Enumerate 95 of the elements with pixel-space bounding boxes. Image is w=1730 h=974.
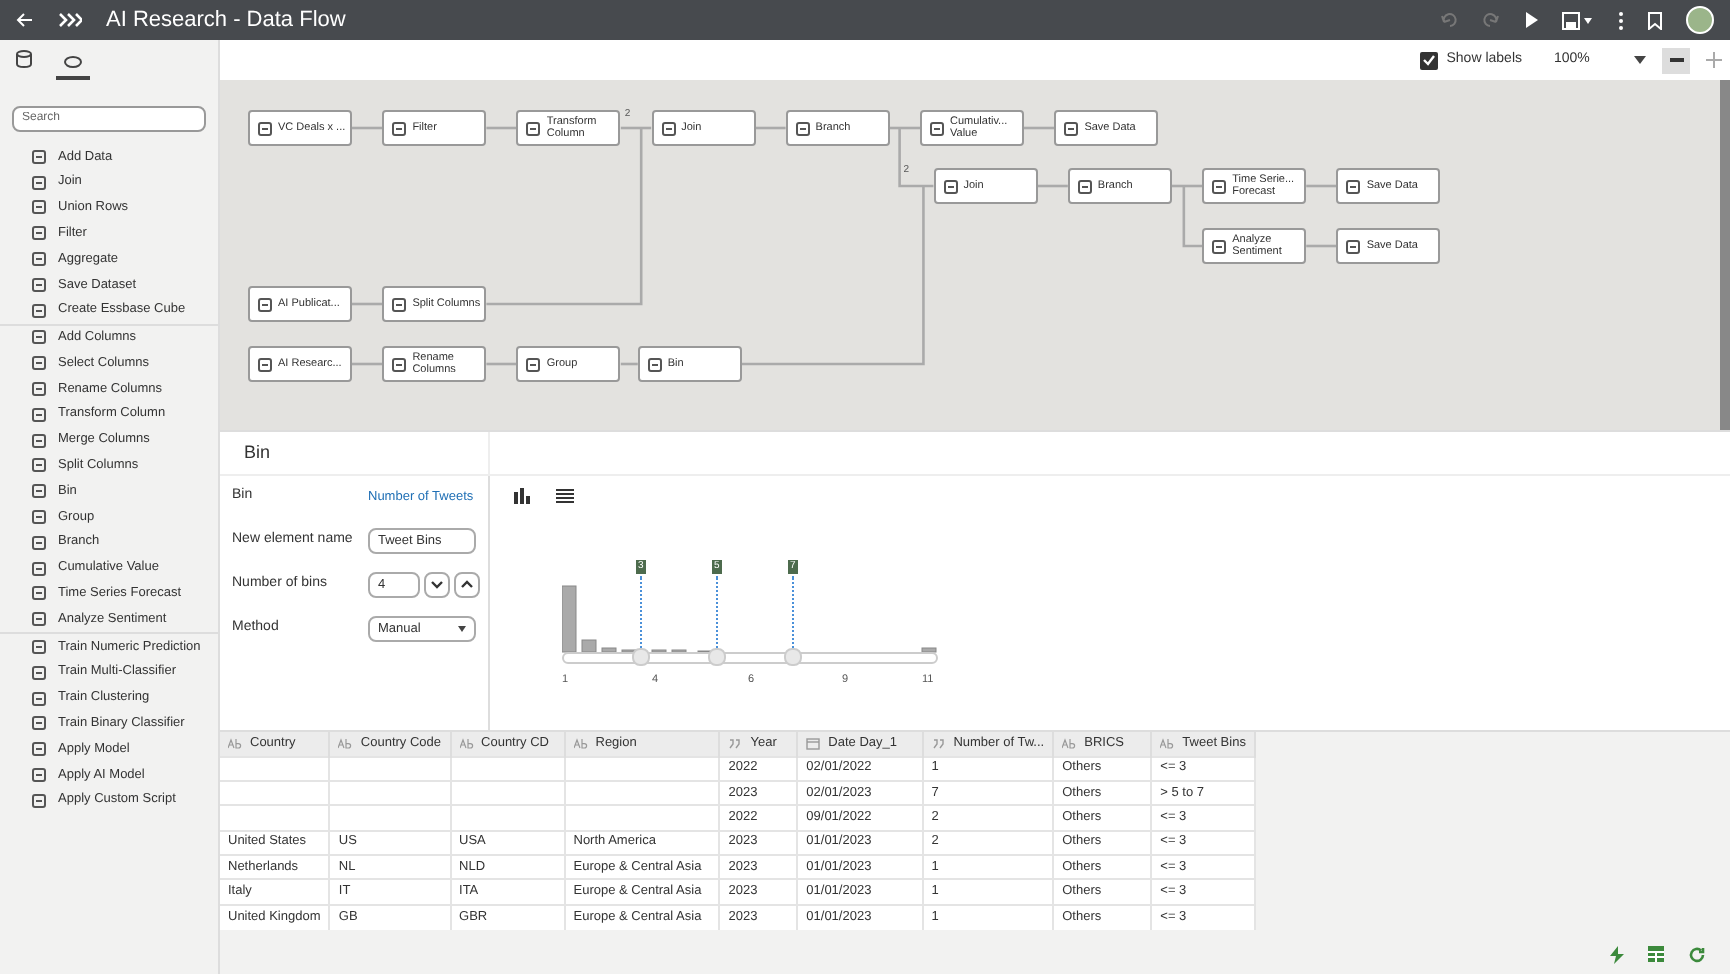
step-icon: [32, 303, 46, 318]
step-icon: [32, 226, 46, 241]
histogram-bar: [562, 585, 577, 653]
bookmark-icon[interactable]: [1648, 11, 1662, 29]
step-icon: [32, 535, 46, 550]
connector-line: [1024, 126, 1056, 130]
node-icon: [1346, 179, 1361, 193]
slider-handle[interactable]: [784, 648, 802, 666]
bar-chart-icon[interactable]: [514, 488, 532, 504]
node-icon: [258, 357, 272, 371]
zoom-out-button[interactable]: [1662, 47, 1690, 73]
node-icon: [943, 179, 958, 193]
steps-tab[interactable]: [56, 56, 90, 80]
histogram-bar: [921, 647, 937, 653]
increment-button[interactable]: [454, 572, 480, 598]
node-icon: [1077, 179, 1092, 193]
step-icon: [32, 716, 46, 731]
text-type-icon: [1062, 736, 1077, 751]
step-icon: [32, 330, 46, 345]
text-type-icon: [228, 736, 242, 751]
step-icon: [32, 586, 46, 601]
node-icon: [392, 357, 407, 371]
node-icon: [1212, 179, 1227, 193]
avatar[interactable]: [1686, 6, 1714, 34]
chevron-down-icon: [430, 580, 444, 590]
slider-handle[interactable]: [632, 648, 650, 666]
refresh-icon[interactable]: [1688, 945, 1706, 963]
node-icon: [258, 121, 272, 135]
step-icon: [32, 458, 46, 473]
chevron-up-icon: [460, 580, 474, 590]
connector-line: [352, 362, 384, 366]
node-icon: [1064, 121, 1079, 135]
slider-handle[interactable]: [708, 648, 726, 666]
step-icon: [32, 612, 46, 627]
number-type-icon: [931, 736, 946, 751]
node-icon: [661, 121, 676, 135]
step-icon: [32, 175, 46, 190]
text-type-icon: [573, 736, 588, 751]
back-icon[interactable]: [16, 12, 34, 28]
node-icon: [647, 357, 662, 371]
step-icon: [32, 665, 46, 680]
step-title: Bin: [220, 432, 490, 474]
step-icon: [32, 510, 46, 525]
node-icon: [526, 121, 541, 135]
histogram-bar: [581, 639, 597, 653]
node-icon: [795, 121, 810, 135]
step-icon: [32, 768, 46, 783]
histogram-bar: [601, 647, 617, 653]
step-icon: [32, 793, 46, 808]
connector-line: [755, 126, 787, 130]
caret-icon[interactable]: [1634, 56, 1646, 64]
grid-icon[interactable]: [1648, 946, 1664, 962]
node-icon: [1212, 239, 1227, 253]
step-icon: [32, 277, 46, 292]
decrement-button[interactable]: [424, 572, 450, 598]
node-icon: [930, 121, 944, 135]
checkbox[interactable]: [1420, 51, 1439, 69]
connector-line: [352, 302, 384, 306]
save-icon[interactable]: [1562, 11, 1594, 29]
window-title: AI Research - Data Flow: [106, 5, 346, 36]
connector-line: [1037, 184, 1070, 188]
connector-line: [1306, 244, 1338, 248]
node-icon: [1346, 239, 1361, 253]
step-icon: [32, 742, 46, 757]
step-icon: [32, 484, 46, 499]
connector-line: [1306, 184, 1338, 188]
chevrons-logo-icon: [58, 12, 82, 28]
step-icon: [32, 433, 46, 448]
text-type-icon: [338, 736, 353, 751]
lightning-icon[interactable]: [1610, 945, 1624, 963]
connector-line: [486, 362, 519, 366]
connector-line: [352, 126, 384, 130]
node-icon: [526, 357, 541, 371]
calendar-icon: [806, 736, 821, 751]
step-icon: [32, 200, 46, 215]
database-icon[interactable]: [16, 50, 32, 68]
step-icon: [32, 356, 46, 371]
node-icon: [392, 297, 407, 311]
play-icon[interactable]: [1524, 12, 1538, 28]
step-icon: [32, 407, 46, 422]
step-icon: [32, 252, 46, 267]
list-icon[interactable]: [556, 488, 574, 504]
text-type-icon: [459, 736, 474, 751]
step-icon: [32, 382, 46, 397]
step-icon: [32, 561, 46, 576]
node-icon: [258, 297, 272, 311]
text-type-icon: [1160, 736, 1175, 751]
node-icon: [392, 121, 407, 135]
oval-icon: [64, 56, 82, 68]
caret-icon: [458, 626, 466, 632]
number-type-icon: [728, 736, 743, 751]
step-icon: [32, 640, 46, 655]
step-icon: [32, 691, 46, 706]
step-icon: [32, 149, 46, 164]
more-icon[interactable]: [1618, 11, 1624, 29]
